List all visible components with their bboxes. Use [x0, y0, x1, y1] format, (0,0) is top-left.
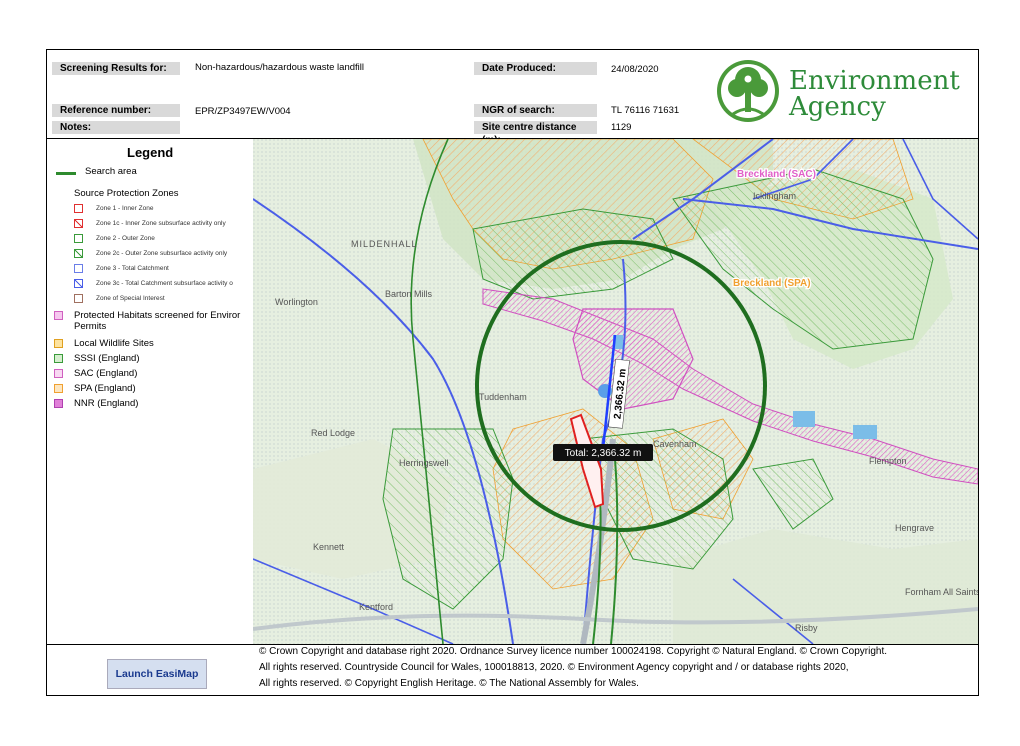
sssi-swatch: [54, 354, 63, 363]
label-fornham: Fornham All Saints: [905, 587, 978, 597]
reference-label: Reference number:: [52, 104, 180, 117]
legend-search-area: Search area: [85, 166, 137, 177]
zone-special-interest-swatch: [74, 294, 83, 303]
zone1c-swatch: [74, 219, 83, 228]
label-tuddenham: Tuddenham: [479, 392, 527, 402]
notes-label: Notes:: [52, 121, 180, 134]
footer-divider: [47, 644, 978, 645]
screening-value: Non-hazardous/hazardous waste landfill: [195, 62, 364, 73]
legend-title: Legend: [127, 145, 174, 160]
zone3c-swatch: [74, 279, 83, 288]
legend-spz-heading: Source Protection Zones: [74, 188, 179, 199]
spa-swatch: [54, 384, 63, 393]
legend-zone3: Zone 3 - Total Catchment: [96, 265, 169, 272]
label-worlington: Worlington: [275, 297, 318, 307]
local-wildlife-swatch: [54, 339, 63, 348]
label-kentford: Kentford: [359, 602, 393, 612]
reference-value: EPR/ZP3497EW/V004: [195, 106, 291, 117]
environment-agency-logo: [717, 60, 779, 122]
label-risby: Risby: [795, 623, 818, 633]
legend-local-wildlife: Local Wildlife Sites: [74, 338, 154, 349]
label-mildenhall: MILDENHALL: [351, 239, 418, 249]
zone2-swatch: [74, 234, 83, 243]
logo-text-agency: Agency: [789, 92, 886, 122]
label-flempton: Flempton: [869, 456, 907, 466]
label-herringswell: Herringswell: [399, 458, 449, 468]
label-kennett: Kennett: [313, 542, 345, 552]
distance-value: 1129: [611, 122, 632, 133]
distance-label: Site centre distance (m):: [474, 121, 597, 146]
legend-zone2c: Zone 2c - Outer Zone subsurface activity…: [96, 250, 228, 257]
label-cavenham: Cavenham: [653, 439, 697, 449]
copyright-line-2: All rights reserved. Countryside Council…: [259, 662, 849, 673]
legend-zone2: Zone 2 - Outer Zone: [96, 235, 155, 242]
launch-easimap-button[interactable]: Launch EasiMap: [107, 659, 207, 689]
legend-habitats-line1: Protected Habitats screened for Enviror: [74, 310, 241, 321]
date-value: 24/08/2020: [611, 64, 659, 75]
report-frame: Screening Results for: Non-hazardous/haz…: [46, 49, 979, 696]
zone1-swatch: [74, 204, 83, 213]
copyright-line-1: © Crown Copyright and database right 202…: [259, 646, 888, 657]
date-label: Date Produced:: [474, 62, 597, 75]
label-barton-mills: Barton Mills: [385, 289, 433, 299]
label-icklingham: Icklingham: [753, 191, 796, 201]
protected-habitats-swatch: [54, 311, 63, 320]
ngr-value: TL 76116 71631: [611, 105, 680, 116]
zone3-swatch: [74, 264, 83, 273]
label-hengrave: Hengrave: [895, 523, 934, 533]
measure-total-label: Total: 2,366.32 m: [565, 448, 642, 459]
zone2c-swatch: [74, 249, 83, 258]
label-breckland-spa: Breckland (SPA): [733, 278, 811, 289]
legend-zone1c: Zone 1c - Inner Zone subsurface activity…: [96, 220, 226, 227]
map-canvas[interactable]: 2,366.32 m Total: 2,366.32 m MILDENHALL …: [253, 139, 978, 644]
nnr-swatch: [54, 399, 63, 408]
map-legend: Legend Search area Source Protection Zon…: [47, 139, 253, 644]
legend-habitats-line2: Permits: [74, 321, 107, 332]
search-area-swatch: [56, 172, 76, 175]
label-breckland-sac: Breckland (SAC): [737, 169, 816, 180]
copyright-line-3: All rights reserved. © Copyright English…: [259, 678, 639, 689]
logo-text-environment: Environment: [789, 66, 960, 96]
legend-zone-special: Zone of Special Interest: [96, 295, 165, 302]
legend-zone1: Zone 1 - Inner Zone: [96, 205, 154, 212]
legend-nnr: NNR (England): [74, 398, 139, 409]
sac-swatch: [54, 369, 63, 378]
ngr-label: NGR of search:: [474, 104, 597, 117]
legend-spa: SPA (England): [74, 383, 136, 394]
map-view[interactable]: 2,366.32 m Total: 2,366.32 m MILDENHALL …: [253, 139, 978, 644]
screening-label: Screening Results for:: [52, 62, 180, 75]
legend-zone3c: Zone 3c - Total Catchment subsurface act…: [96, 280, 233, 287]
legend-sssi: SSSI (England): [74, 353, 140, 364]
legend-sac: SAC (England): [74, 368, 138, 379]
label-red-lodge: Red Lodge: [311, 428, 355, 438]
